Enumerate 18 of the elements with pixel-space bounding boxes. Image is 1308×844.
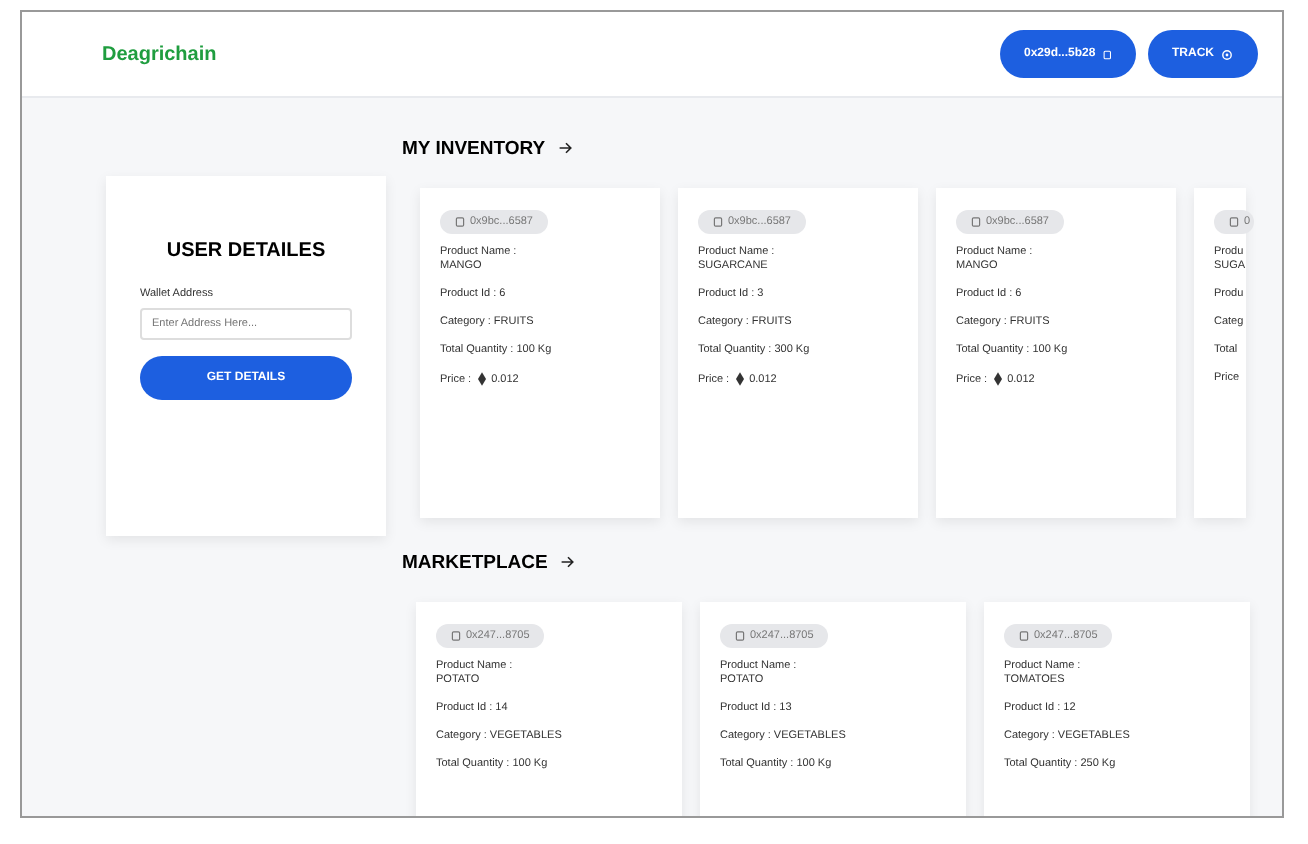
card-title: USER DETAILES — [164, 240, 328, 262]
brand-logo[interactable]: Deagrichain — [102, 43, 217, 65]
copy-icon — [454, 216, 466, 228]
copy-icon — [1018, 630, 1030, 642]
section-title: MY INVENTORY — [402, 137, 546, 159]
arrow-right-icon[interactable] — [557, 140, 574, 156]
copy-icon — [970, 216, 982, 228]
copy-icon — [712, 216, 724, 228]
copy-icon — [1101, 47, 1112, 61]
arrow-right-icon[interactable] — [559, 554, 576, 570]
copy-icon — [1228, 216, 1240, 228]
location-icon — [1220, 47, 1234, 61]
ethereum-icon — [477, 372, 486, 386]
copy-icon — [734, 630, 746, 642]
copy-icon — [450, 630, 462, 642]
section-title: MARKETPLACE — [402, 551, 548, 573]
ethereum-icon — [993, 372, 1002, 386]
ethereum-icon — [735, 372, 744, 386]
